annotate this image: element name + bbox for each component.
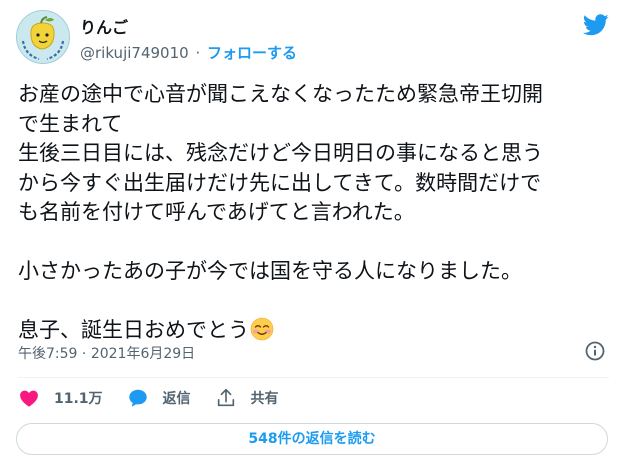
- twitter-bird-icon[interactable]: [583, 14, 609, 36]
- tweet-actions: 11.1万 返信 共有: [18, 384, 303, 412]
- like-button[interactable]: 11.1万: [18, 387, 103, 409]
- heart-icon: [20, 390, 38, 407]
- author-handle[interactable]: @rikuji749010: [80, 44, 189, 62]
- author-name[interactable]: りんご: [80, 14, 128, 38]
- avatar-image: [17, 11, 69, 63]
- follow-button[interactable]: フォローする: [207, 44, 297, 62]
- avatar[interactable]: [16, 10, 70, 64]
- handle-separator: ·: [195, 44, 201, 62]
- tweet-line: 息子、誕生日おめでとう: [18, 318, 249, 342]
- tweet-last-line: 息子、誕生日おめでとう: [18, 316, 610, 346]
- author-handle-row: @rikuji749010 · フォローする: [80, 42, 297, 63]
- tweet-line: お産の途中で心音が聞こえなくなったため緊急帝王切開: [18, 82, 543, 106]
- tweet-time: 午後7:59: [18, 346, 78, 362]
- tweet-text: お産の途中で心音が聞こえなくなったため緊急帝王切開 で生まれて 生後三日目には、…: [18, 80, 610, 346]
- reply-label: 返信: [162, 391, 191, 407]
- smiling-face-with-blush-icon: [250, 317, 274, 341]
- tweet-line: 小さかったあの子が今では国を守る人になりました。: [18, 259, 522, 283]
- share-icon: [217, 388, 234, 407]
- tweet-line: も名前を付けて呼んであげてと言われた。: [18, 200, 415, 224]
- read-replies-button[interactable]: 548件の返信を読む: [16, 423, 608, 455]
- tweet-line: から今すぐ出生届けだけ先に出してきて。数時間だけで: [18, 170, 542, 195]
- tweet-line: で生まれて: [18, 111, 123, 136]
- tweet-line: 生後三日目には、残念だけど今日明日の事になると思う: [18, 141, 543, 165]
- reply-bubble-icon: [128, 389, 147, 407]
- share-label: 共有: [250, 391, 279, 407]
- like-count: 11.1万: [54, 391, 103, 407]
- divider: [18, 377, 609, 378]
- tweet-timestamp[interactable]: 午後7:59 · 2021年6月29日: [18, 343, 195, 363]
- tweet-date: 2021年6月29日: [90, 346, 196, 362]
- info-icon[interactable]: [585, 341, 605, 361]
- share-button[interactable]: 共有: [215, 387, 279, 409]
- time-separator: ·: [81, 346, 87, 362]
- reply-button[interactable]: 返信: [127, 387, 191, 409]
